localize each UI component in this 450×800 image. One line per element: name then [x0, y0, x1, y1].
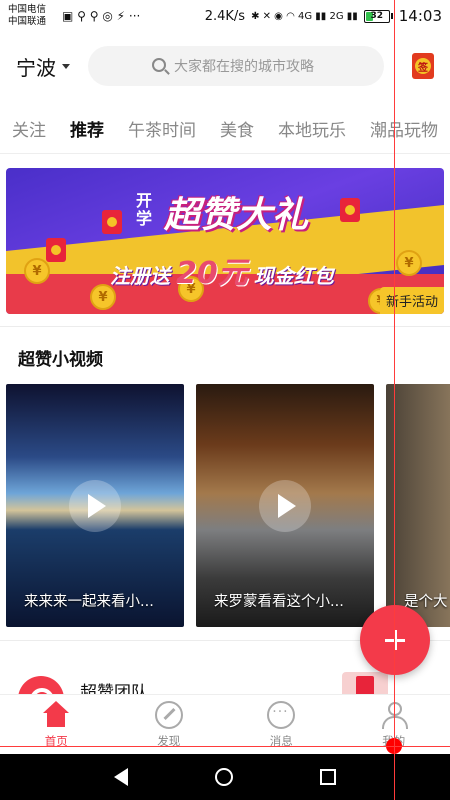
home-icon	[42, 700, 70, 729]
chat-icon	[267, 700, 296, 729]
carrier-names: 中国电信 中国联通	[8, 4, 56, 28]
category-tabs: 关注 推荐 午茶时间 美食 本地玩乐 潮品玩物	[0, 104, 450, 154]
system-nav-bar	[0, 754, 450, 800]
add-post-button[interactable]	[360, 605, 430, 675]
play-icon[interactable]	[69, 479, 121, 532]
banner-amount: 20元	[176, 256, 248, 291]
tab-local-fun[interactable]: 本地玩乐	[278, 116, 346, 141]
divider	[0, 326, 450, 327]
status-right: 2.4K/s ✱ ✕ ◉ ◠ 4G ▮▮ 2G ▮▮ 32 14:03	[205, 7, 442, 25]
banner-title-prefix: 开学	[136, 191, 153, 228]
status-bar: 中国电信 中国联通 ▣ ⚲ ⚲ ◎ ⚡ ··· 2.4K/s ✱ ✕ ◉ ◠ 4…	[0, 0, 450, 32]
banner-sub-b: 现金红包	[253, 264, 334, 288]
video-caption: 来罗蒙看看这个小...	[214, 594, 344, 610]
compass-icon	[154, 700, 183, 729]
top-header: 宁波 大家都在搜的城市攻略 签	[0, 36, 450, 96]
tab-food[interactable]: 美食	[220, 116, 254, 141]
net-speed: 2.4K/s	[204, 8, 246, 24]
red-packet-icon	[340, 198, 360, 222]
city-name: 宁波	[16, 55, 56, 80]
home-circle-icon[interactable]	[214, 768, 233, 786]
checkin-button[interactable]: 签	[412, 53, 434, 79]
search-bar[interactable]: 大家都在搜的城市攻略	[88, 46, 384, 86]
bottom-nav: 首页 发现 消息 我的	[0, 694, 450, 754]
clock: 14:03	[398, 7, 442, 25]
search-icon	[152, 58, 166, 72]
battery-icon: 32	[363, 9, 393, 23]
play-icon[interactable]	[259, 479, 311, 532]
tab-afternoon-tea[interactable]: 午茶时间	[128, 116, 196, 141]
search-placeholder: 大家都在搜的城市攻略	[174, 59, 314, 75]
new-user-badge: 新手活动	[379, 287, 444, 314]
banner-title: 超赞大礼	[164, 195, 309, 236]
system-icons: ✱ ✕ ◉ ◠ 4G ▮▮ 2G ▮▮	[251, 10, 358, 22]
recent-apps-icon[interactable]	[320, 769, 337, 785]
banner-sub-a: 注册送	[110, 264, 170, 288]
coin-icon: ¥	[396, 250, 422, 276]
tab-trendy[interactable]: 潮品玩物	[370, 116, 438, 141]
caret-down-icon	[62, 63, 70, 69]
section-title: 超赞小视频	[18, 350, 103, 370]
checkin-icon: 签	[415, 58, 431, 74]
guide-line-vertical	[394, 0, 395, 800]
coin-icon: ¥	[24, 258, 50, 284]
video-caption: 来来来一起来看小...	[24, 594, 154, 610]
banner-subtitle: 注册送 20元 现金红包	[110, 248, 334, 292]
red-packet-icon	[102, 210, 122, 234]
battery-level: 32	[370, 11, 384, 21]
back-icon[interactable]	[113, 768, 128, 786]
red-packet-icon	[46, 238, 66, 262]
tab-follow[interactable]: 关注	[12, 116, 46, 141]
video-card[interactable]: 来来来一起来看小...	[6, 384, 184, 627]
video-card[interactable]: 来罗蒙看看这个小...	[196, 384, 374, 627]
carrier-2: 中国联通	[8, 16, 47, 27]
video-card[interactable]: 是个大	[386, 384, 450, 627]
video-carousel[interactable]: 来来来一起来看小... 来罗蒙看看这个小... 是个大	[6, 384, 450, 627]
notification-icons: ▣ ⚲ ⚲ ◎ ⚡ ···	[62, 9, 141, 23]
promo-banner[interactable]: ¥ ¥ ¥ ¥ ¥ 开学 超赞大礼 注册送 20元 现金红包 新手活动	[6, 168, 444, 314]
tab-recommend[interactable]: 推荐	[70, 116, 104, 141]
guide-line-horizontal	[0, 746, 450, 747]
carrier-1: 中国电信	[8, 4, 47, 15]
city-selector[interactable]: 宁波	[16, 52, 86, 81]
